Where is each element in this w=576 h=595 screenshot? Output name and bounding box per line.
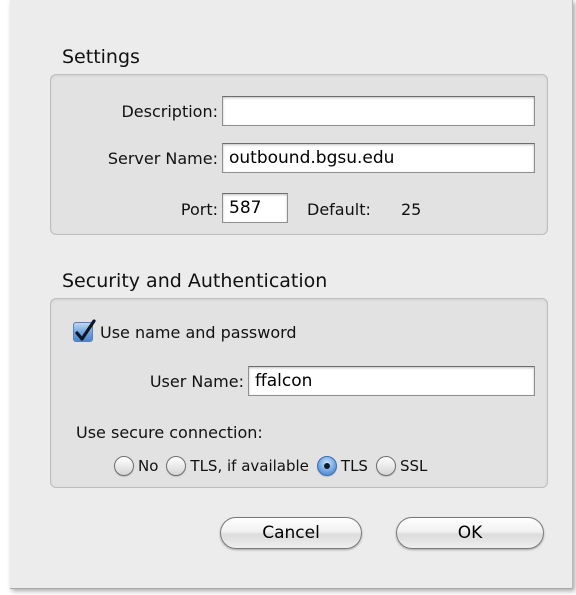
settings-section-title: Settings bbox=[62, 46, 140, 68]
checkmark-icon bbox=[75, 319, 96, 341]
ok-button[interactable]: OK bbox=[396, 517, 544, 549]
description-label: Description: bbox=[121, 102, 218, 121]
radio-button-tls[interactable] bbox=[316, 456, 337, 476]
radio-option-tls-if-available[interactable]: TLS, if available bbox=[166, 456, 309, 476]
radio-label-ssl: SSL bbox=[399, 457, 428, 475]
radio-button-ssl[interactable] bbox=[375, 456, 396, 476]
user-name-field[interactable]: ffalcon bbox=[248, 366, 535, 396]
use-name-password-label[interactable]: Use name and password bbox=[100, 323, 297, 342]
user-name-label: User Name: bbox=[149, 372, 244, 391]
smtp-settings-dialog: Settings Description: Server Name: outbo… bbox=[10, 0, 573, 589]
secure-connection-radio-group: No TLS, if available TLS SSL bbox=[114, 456, 427, 476]
description-field[interactable] bbox=[222, 96, 535, 126]
default-port-value: 25 bbox=[401, 200, 422, 219]
radio-label-tls: TLS bbox=[340, 457, 368, 475]
radio-label-tls-if-available: TLS, if available bbox=[190, 457, 309, 475]
use-name-password-checkbox[interactable] bbox=[73, 319, 96, 342]
security-section-title: Security and Authentication bbox=[62, 270, 328, 292]
radio-button-tls-if-available[interactable] bbox=[166, 456, 187, 476]
radio-label-no: No bbox=[138, 457, 159, 475]
radio-button-no[interactable] bbox=[114, 456, 134, 476]
radio-option-no[interactable]: No bbox=[114, 456, 158, 476]
radio-option-ssl[interactable]: SSL bbox=[375, 456, 428, 476]
server-name-label: Server Name: bbox=[107, 149, 218, 168]
default-port-label: Default: bbox=[307, 200, 371, 219]
port-field[interactable]: 587 bbox=[222, 193, 288, 223]
secure-connection-label: Use secure connection: bbox=[76, 423, 263, 442]
port-label: Port: bbox=[180, 200, 218, 219]
radio-option-tls[interactable]: TLS bbox=[316, 456, 368, 476]
server-name-field[interactable]: outbound.bgsu.edu bbox=[222, 143, 535, 173]
cancel-button[interactable]: Cancel bbox=[220, 517, 362, 549]
